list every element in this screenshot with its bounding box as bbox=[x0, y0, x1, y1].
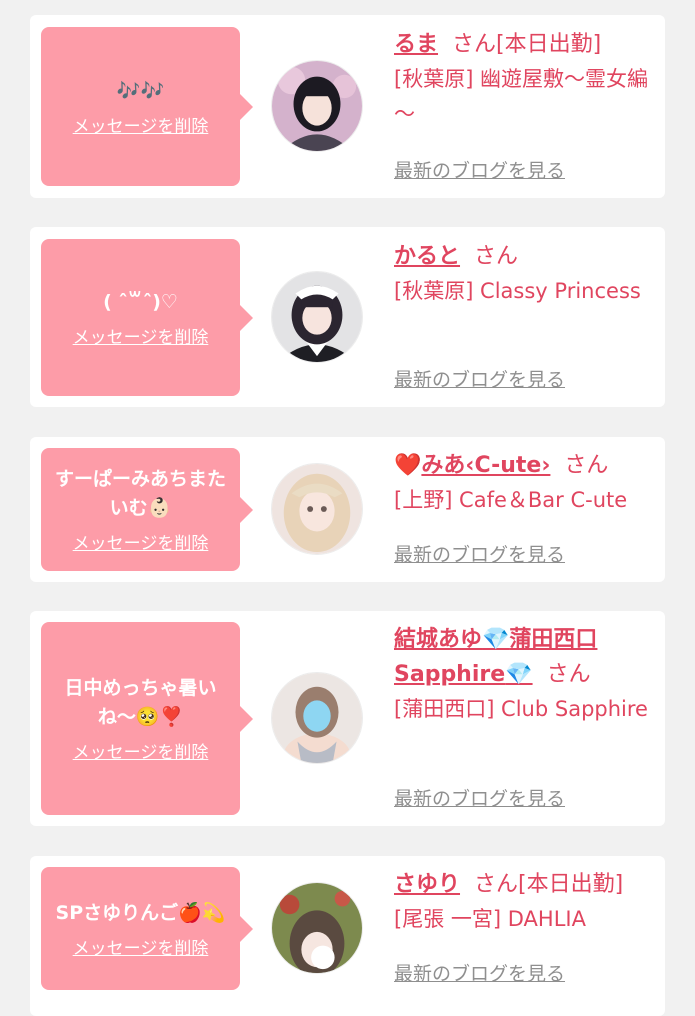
latest-blog-link[interactable]: 最新のブログを見る bbox=[394, 959, 565, 986]
message-bubble: すーぱーみあちまたいむ👶🏻 メッセージを削除 bbox=[41, 448, 253, 571]
shop-name: [上野] Cafe＆Bar C-ute bbox=[394, 488, 628, 512]
heart-icon: ❤️ bbox=[394, 453, 422, 478]
avatar[interactable] bbox=[271, 463, 363, 555]
avatar-maid-outfit bbox=[272, 272, 362, 362]
cast-info: 結城あゆ💎蒲田西口Sapphire💎 さん [蒲田西口] Club Sapphir… bbox=[394, 622, 655, 727]
message-text: SPさゆりんご🍎💫 bbox=[55, 901, 226, 924]
message-card: SPさゆりんご🍎💫 メッセージを削除 さゆり さん[本日出勤] [尾張 一宮] D… bbox=[30, 856, 665, 1016]
cast-info: るま さん[本日出勤] [秋葉原] 幽遊屋敷～霊女編～ bbox=[394, 27, 655, 132]
delete-message-link[interactable]: メッセージを削除 bbox=[73, 934, 209, 959]
message-text: ( ˆ꒳ˆ)♡ bbox=[103, 290, 178, 313]
latest-blog-link[interactable]: 最新のブログを見る bbox=[394, 156, 565, 183]
cast-name-link[interactable]: みあ‹C-ute› bbox=[421, 453, 550, 478]
cast-name-part: 結城あゆ bbox=[394, 627, 483, 652]
honorific: さん bbox=[452, 32, 497, 57]
shop-name: [秋葉原] Classy Princess bbox=[394, 279, 641, 303]
avatar[interactable] bbox=[271, 271, 363, 363]
honorific: さん bbox=[474, 872, 519, 897]
message-card: 日中めっちゃ暑いね〜🥺❣️ メッセージを削除 結城あゆ💎蒲田西口Sapphire… bbox=[30, 611, 665, 826]
cast-info: かると さん [秋葉原] Classy Princess bbox=[394, 239, 655, 309]
gem-icon: 💎 bbox=[505, 662, 533, 687]
cast-name-link[interactable]: かると bbox=[394, 244, 460, 269]
honorific: さん bbox=[474, 244, 519, 269]
honorific: さん bbox=[564, 453, 609, 478]
message-bubble: SPさゆりんご🍎💫 メッセージを削除 bbox=[41, 867, 253, 990]
cast-info: ❤️みあ‹C-ute› さん [上野] Cafe＆Bar C-ute bbox=[394, 448, 655, 518]
cast-name-link[interactable]: るま bbox=[394, 32, 438, 57]
delete-message-link[interactable]: メッセージを削除 bbox=[73, 112, 209, 137]
avatar[interactable] bbox=[271, 882, 363, 974]
avatar-silver-outfit bbox=[272, 673, 362, 763]
gem-icon: 💎 bbox=[482, 627, 510, 652]
delete-message-link[interactable]: メッセージを削除 bbox=[73, 529, 209, 554]
message-bubble: ( ˆ꒳ˆ)♡ メッセージを削除 bbox=[41, 239, 253, 396]
latest-blog-link[interactable]: 最新のブログを見る bbox=[394, 365, 565, 392]
avatar-dark-hair bbox=[272, 61, 362, 151]
avatar-garden-photo bbox=[272, 883, 362, 973]
cast-name-link[interactable]: さゆり bbox=[394, 872, 460, 897]
message-bubble: 🎶🎶 メッセージを削除 bbox=[41, 27, 253, 186]
message-card: 🎶🎶 メッセージを削除 るま さん[本日出勤] [秋葉原] 幽遊屋敷～霊女編～ 最… bbox=[30, 15, 665, 198]
message-bubble: 日中めっちゃ暑いね〜🥺❣️ メッセージを削除 bbox=[41, 622, 253, 815]
cast-info: さゆり さん[本日出勤] [尾張 一宮] DAHLIA bbox=[394, 867, 655, 937]
latest-blog-link[interactable]: 最新のブログを見る bbox=[394, 784, 565, 811]
message-list: 🎶🎶 メッセージを削除 るま さん[本日出勤] [秋葉原] 幽遊屋敷～霊女編～ 最… bbox=[0, 0, 695, 1016]
latest-blog-link[interactable]: 最新のブログを見る bbox=[394, 540, 565, 567]
status-badge: [本日出勤] bbox=[496, 32, 602, 57]
message-card: すーぱーみあちまたいむ👶🏻 メッセージを削除 ❤️みあ‹C-ute› さん [上野… bbox=[30, 437, 665, 582]
shop-name: [尾張 一宮] DAHLIA bbox=[394, 907, 586, 931]
avatar[interactable] bbox=[271, 672, 363, 764]
shop-name: [蒲田西口] Club Sapphire bbox=[394, 697, 648, 721]
delete-message-link[interactable]: メッセージを削除 bbox=[73, 738, 209, 763]
avatar-blonde-hair bbox=[272, 464, 362, 554]
message-text: すーぱーみあちまたいむ👶🏻 bbox=[54, 468, 226, 519]
message-card: ( ˆ꒳ˆ)♡ メッセージを削除 かると さん [秋葉原] Classy Prin… bbox=[30, 227, 665, 407]
shop-name: [秋葉原] 幽遊屋敷～霊女編～ bbox=[394, 67, 649, 126]
delete-message-link[interactable]: メッセージを削除 bbox=[73, 323, 209, 348]
message-text: 🎶🎶 bbox=[116, 79, 165, 102]
message-text: 日中めっちゃ暑いね〜🥺❣️ bbox=[64, 677, 217, 728]
avatar[interactable] bbox=[271, 60, 363, 152]
status-badge: [本日出勤] bbox=[518, 872, 624, 897]
honorific: さん bbox=[546, 662, 591, 687]
